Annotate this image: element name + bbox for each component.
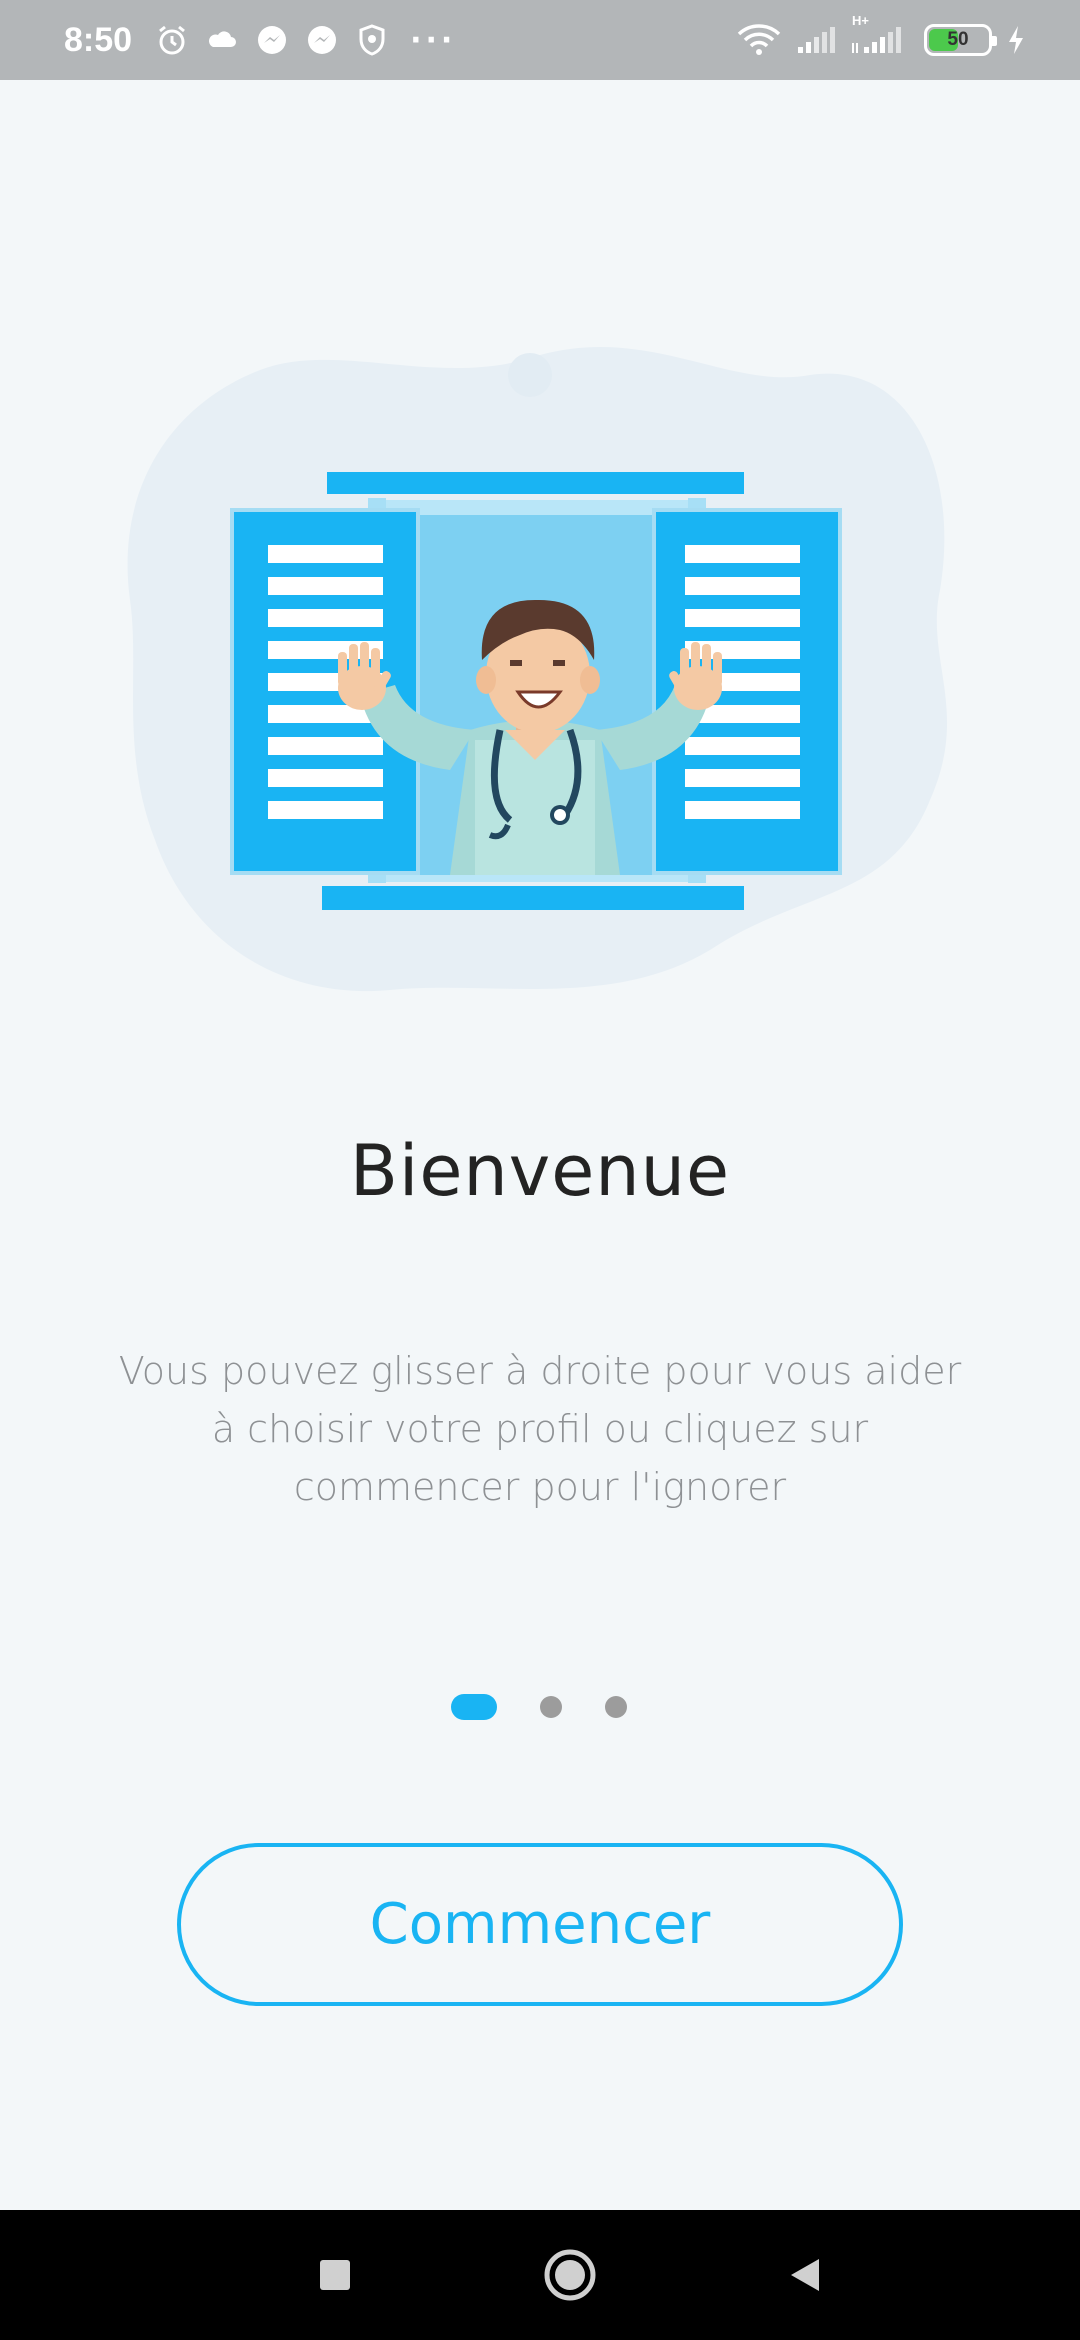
status-bar: 8:50 ··· H+ 50 (0, 0, 1080, 80)
recent-apps-icon[interactable] (300, 2240, 370, 2310)
messenger-icon (254, 22, 290, 58)
shield-icon (354, 22, 390, 58)
page-title: Bienvenue (349, 1130, 731, 1212)
charging-icon (1006, 24, 1026, 56)
status-time: 8:50 (64, 20, 133, 59)
start-button[interactable]: Commencer (177, 1843, 903, 2006)
battery-level: 50 (947, 29, 969, 50)
alarm-icon (154, 22, 190, 58)
page-dot[interactable] (605, 1696, 627, 1718)
signal-icon: H+ (850, 13, 906, 55)
welcome-illustration (110, 330, 970, 1030)
cloud-icon (204, 22, 240, 58)
page-dot[interactable] (540, 1696, 562, 1718)
battery-tip (992, 36, 997, 46)
page-indicator (0, 1694, 1080, 1720)
messenger-icon (304, 22, 340, 58)
status-left: 8:50 ··· (64, 21, 456, 60)
network-type-label: H+ (852, 13, 869, 28)
navigation-bar (0, 2210, 1080, 2340)
back-icon[interactable] (770, 2240, 840, 2310)
page-dot-active[interactable] (451, 1694, 497, 1720)
more-dots-icon: ··· (410, 22, 457, 58)
status-right: H+ 50 (722, 13, 1026, 57)
onboarding-description: Vous pouvez glisser à droite pour vous a… (118, 1349, 962, 1509)
battery-icon: 50 (924, 24, 997, 56)
signal-icon (796, 25, 836, 55)
wifi-icon (736, 23, 782, 57)
home-icon[interactable] (535, 2240, 605, 2310)
